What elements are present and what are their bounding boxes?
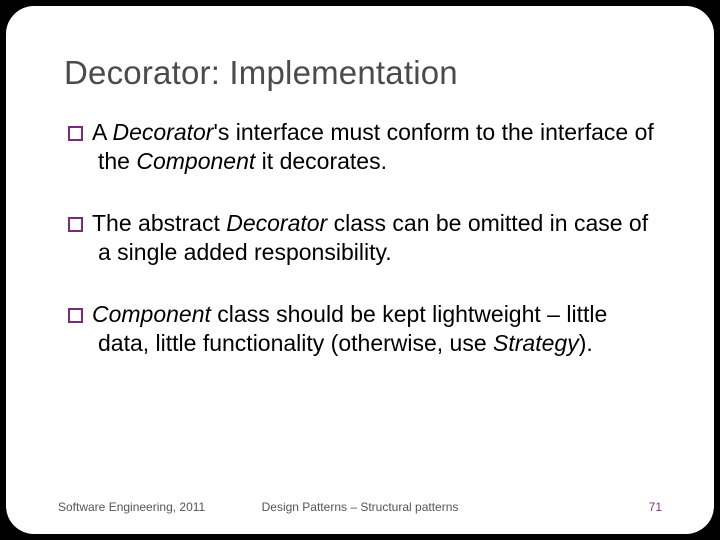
square-bullet-icon: [68, 308, 83, 323]
bullet-text: A Decorator's interface must conform to …: [92, 119, 654, 174]
page-number: 71: [649, 500, 662, 514]
text-run: ).: [579, 330, 593, 356]
emphasis-run: Component: [136, 148, 255, 174]
slide: Decorator: Implementation A Decorator's …: [6, 6, 714, 534]
square-bullet-icon: [68, 217, 83, 232]
footer-left: Software Engineering, 2011: [58, 500, 205, 514]
bullet-item: The abstract Decorator class can be omit…: [68, 209, 656, 268]
bullet-item: Component class should be kept lightweig…: [68, 300, 656, 359]
emphasis-run: Component: [92, 301, 211, 327]
square-bullet-icon: [68, 126, 83, 141]
text-run: The abstract: [92, 210, 226, 236]
text-run: it decorates.: [255, 148, 387, 174]
bullet-text: Component class should be kept lightweig…: [92, 301, 607, 356]
bullet-item: A Decorator's interface must conform to …: [68, 118, 656, 177]
bullet-list: A Decorator's interface must conform to …: [68, 118, 656, 359]
text-run: A: [92, 119, 112, 145]
emphasis-run: Decorator: [226, 210, 327, 236]
slide-title: Decorator: Implementation: [64, 54, 656, 92]
emphasis-run: Strategy: [493, 330, 579, 356]
emphasis-run: Decorator: [112, 119, 213, 145]
bullet-text: The abstract Decorator class can be omit…: [92, 210, 648, 265]
slide-footer: Software Engineering, 2011 Design Patter…: [58, 500, 662, 514]
